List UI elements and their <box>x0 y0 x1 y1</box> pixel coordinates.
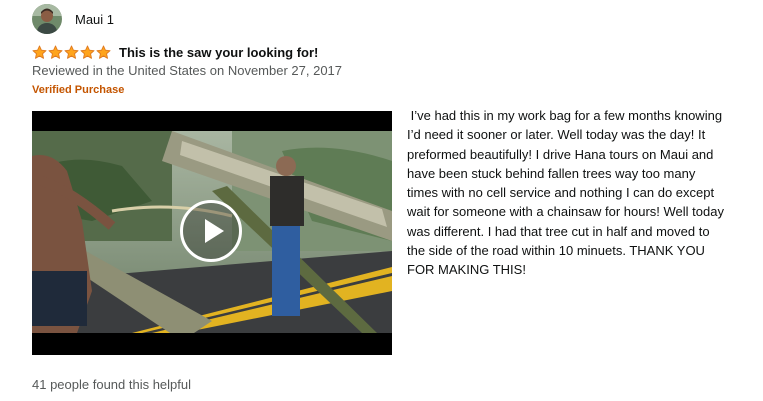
profile-photo-icon <box>32 4 62 34</box>
avatar[interactable] <box>32 4 62 34</box>
review-text: I’ve had this in my work bag for a few m… <box>407 108 728 278</box>
star-rating[interactable] <box>32 45 111 60</box>
star-icon <box>80 45 95 59</box>
reviewer-name[interactable]: Maui 1 <box>75 12 114 27</box>
star-icon <box>64 45 79 59</box>
verified-purchase-badge: Verified Purchase <box>32 84 125 96</box>
review-video-player[interactable] <box>32 111 392 355</box>
review-title[interactable]: This is the saw your looking for! <box>119 45 318 60</box>
star-icon <box>48 45 63 59</box>
star-icon <box>96 45 111 59</box>
play-icon <box>205 219 224 243</box>
customer-review: Maui 1 This is the saw your looking for!… <box>0 0 763 401</box>
reviewer-profile[interactable]: Maui 1 <box>32 4 114 34</box>
helpful-count: 41 people found this helpful <box>32 377 192 392</box>
rating-row: This is the saw your looking for! <box>32 43 318 61</box>
star-icon <box>32 45 47 59</box>
play-button[interactable] <box>180 200 242 262</box>
review-date: Reviewed in the United States on Novembe… <box>32 63 343 78</box>
